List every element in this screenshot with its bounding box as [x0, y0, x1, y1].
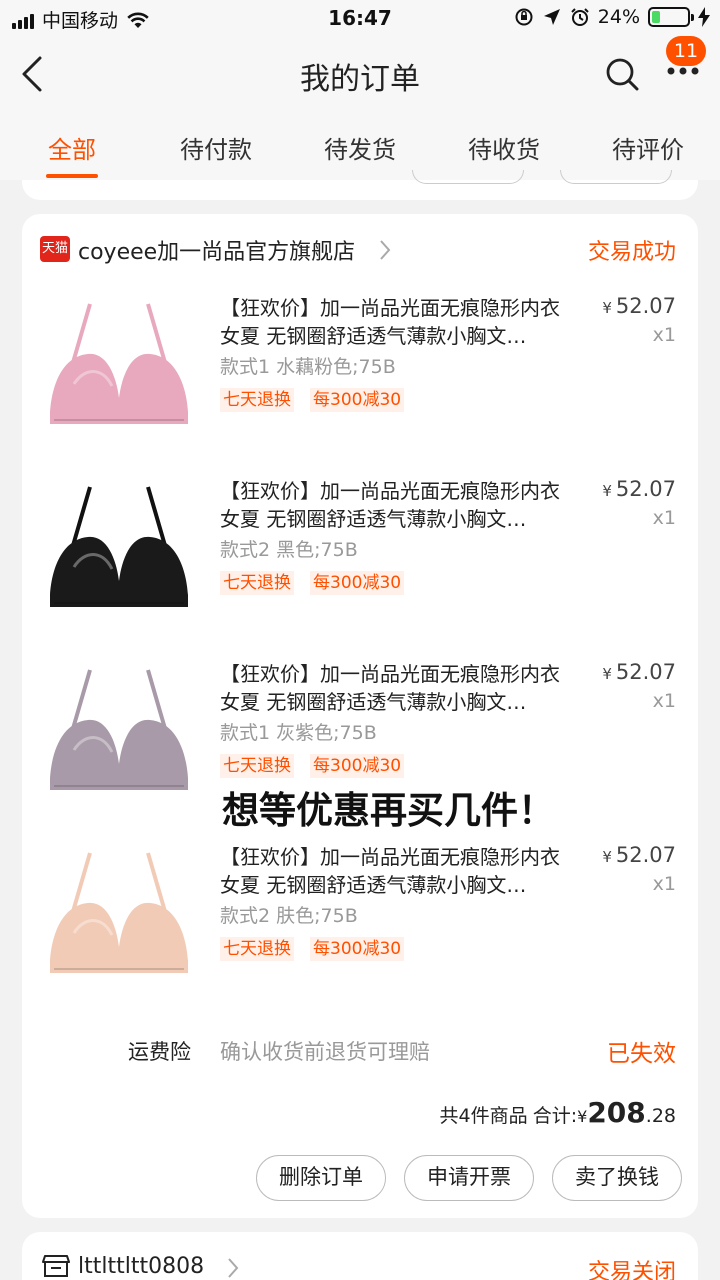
item-count: 共4件商品	[439, 1105, 528, 1127]
tab-to-ship[interactable]: 待发货	[324, 130, 396, 165]
more-icon[interactable]	[666, 66, 700, 76]
item-title: 【狂欢价】加一尚品光面无痕隐形内衣女夏 无钢圈舒适透气薄款小胸文…	[220, 845, 560, 897]
item-quantity: x1	[652, 873, 676, 895]
next-order-card: lttlttltt0808 交易关闭	[22, 1232, 698, 1280]
total-amount-decimal: .28	[645, 1105, 676, 1127]
tag-seven-day-return: 七天退换	[220, 571, 294, 595]
order-item[interactable]: 【狂欢价】加一尚品光面无痕隐形内衣女夏 无钢圈舒适透气薄款小胸文… 款式2 黑色…	[22, 477, 698, 659]
tag-discount: 每300减30	[310, 388, 405, 412]
item-sku: 款式1 灰紫色;75B	[220, 722, 377, 744]
tab-to-receive[interactable]: 待收货	[468, 130, 540, 165]
tag-seven-day-return: 七天退换	[220, 937, 294, 961]
notification-badge: 11	[666, 36, 706, 66]
order-status: 交易成功	[587, 240, 676, 265]
insurance-desc: 确认收货前退货可理赔	[220, 1040, 430, 1064]
nav-header: 我的订单 11	[0, 36, 720, 112]
tag-discount: 每300减30	[310, 571, 405, 595]
store-icon	[42, 1255, 70, 1277]
total-amount-integer: 208	[587, 1096, 646, 1129]
insurance-label: 运费险	[128, 1040, 191, 1064]
order-status: 交易关闭	[587, 1260, 676, 1280]
item-price: ¥52.07	[602, 477, 676, 501]
alarm-icon	[571, 8, 589, 26]
item-price: ¥52.07	[602, 660, 676, 684]
product-image[interactable]	[44, 294, 194, 434]
shop-header[interactable]: 天猫 coyeee加一尚品官方旗舰店 交易成功	[22, 214, 698, 286]
tag-discount: 每300减30	[310, 754, 405, 778]
location-icon	[543, 9, 560, 25]
order-total: 共4件商品 合计:¥208.28	[440, 1096, 676, 1129]
request-invoice-button[interactable]: 申请开票	[404, 1155, 534, 1201]
search-icon[interactable]	[604, 56, 640, 92]
item-quantity: x1	[652, 690, 676, 712]
tmall-badge: 天猫	[40, 236, 70, 262]
battery-icon	[648, 7, 694, 27]
item-title: 【狂欢价】加一尚品光面无痕隐形内衣女夏 无钢圈舒适透气薄款小胸文…	[220, 479, 560, 531]
tab-to-pay[interactable]: 待付款	[180, 130, 252, 165]
shop-name[interactable]: coyeee加一尚品官方旗舰店	[78, 234, 355, 266]
item-sku: 款式2 肤色;75B	[220, 905, 358, 927]
item-sku: 款式1 水藕粉色;75B	[220, 356, 396, 378]
item-price: ¥52.07	[602, 843, 676, 867]
battery-percent: 24%	[597, 6, 640, 28]
total-label: 合计:	[532, 1105, 578, 1127]
tag-seven-day-return: 七天退换	[220, 754, 294, 778]
item-price: ¥52.07	[602, 294, 676, 318]
product-image[interactable]	[44, 660, 194, 800]
overlay-caption: 想等优惠再买几件！	[222, 789, 555, 832]
shipping-insurance: 运费险 确认收货前退货可理赔 已失效	[22, 1030, 698, 1070]
tag-seven-day-return: 七天退换	[220, 388, 294, 412]
shop-name[interactable]: lttlttltt0808	[78, 1254, 204, 1279]
delete-order-button[interactable]: 删除订单	[256, 1155, 386, 1201]
item-title: 【狂欢价】加一尚品光面无痕隐形内衣女夏 无钢圈舒适透气薄款小胸文…	[220, 296, 560, 348]
insurance-status: 已失效	[607, 1041, 676, 1067]
product-image[interactable]	[44, 477, 194, 617]
previous-order-card	[22, 170, 698, 200]
tab-all[interactable]: 全部	[48, 130, 96, 165]
order-card: 天猫 coyeee加一尚品官方旗舰店 交易成功 【狂欢价】加一尚品光面无痕隐形内…	[22, 214, 698, 1218]
chevron-right-icon[interactable]	[226, 1256, 240, 1280]
previous-card-button[interactable]	[412, 170, 524, 184]
tab-active-indicator	[46, 174, 98, 178]
previous-card-button[interactable]	[560, 170, 672, 184]
charging-icon	[698, 7, 710, 27]
order-item[interactable]: 【狂欢价】加一尚品光面无痕隐形内衣女夏 无钢圈舒适透气薄款小胸文… 款式2 肤色…	[22, 843, 698, 1025]
item-sku: 款式2 黑色;75B	[220, 539, 358, 561]
product-image[interactable]	[44, 843, 194, 983]
item-quantity: x1	[652, 507, 676, 529]
tag-discount: 每300减30	[310, 937, 405, 961]
currency-symbol: ¥	[577, 1107, 588, 1126]
chevron-right-icon[interactable]	[378, 238, 392, 262]
tab-to-review[interactable]: 待评价	[612, 130, 684, 165]
status-bar: 中国移动 16:47 24%	[0, 0, 720, 36]
resell-button[interactable]: 卖了换钱	[552, 1155, 682, 1201]
item-quantity: x1	[652, 324, 676, 346]
order-item[interactable]: 【狂欢价】加一尚品光面无痕隐形内衣女夏 无钢圈舒适透气薄款小胸文… 款式1 水藕…	[22, 294, 698, 476]
item-title: 【狂欢价】加一尚品光面无痕隐形内衣女夏 无钢圈舒适透气薄款小胸文…	[220, 662, 560, 714]
orientation-lock-icon	[515, 8, 533, 26]
